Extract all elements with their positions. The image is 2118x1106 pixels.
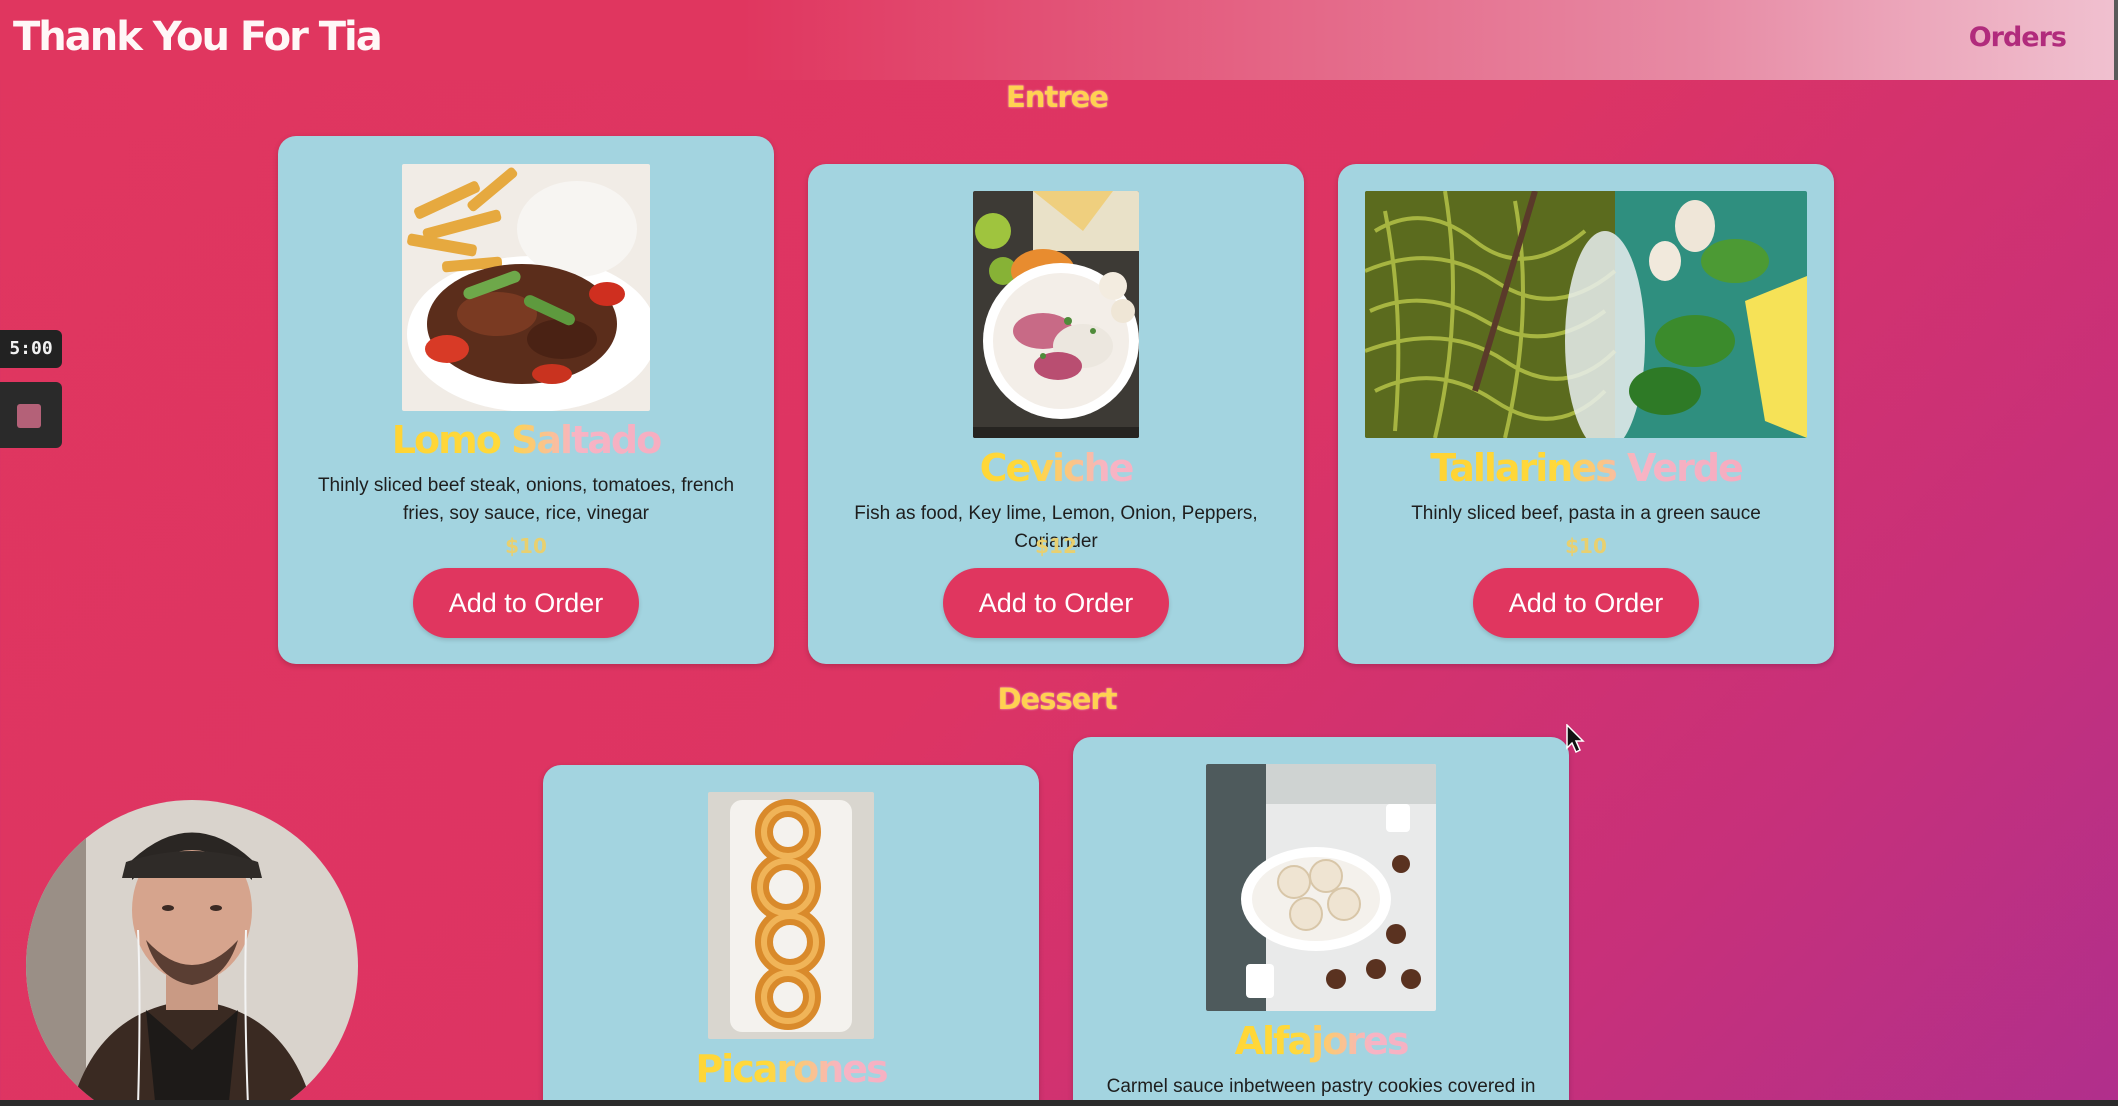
dish-description: Thinly sliced beef, pasta in a green sau… <box>1411 503 1761 524</box>
dish-image-tallarines-verde <box>1365 191 1807 438</box>
dish-description: Carmel sauce inbetween pastry cookies co… <box>1106 1076 1536 1097</box>
dish-image-lomo-saltado <box>402 164 650 411</box>
menu-card-picarones: Picarones <box>543 765 1039 1106</box>
dish-price: $10 <box>1565 534 1607 558</box>
recording-timer: 5:00 <box>0 330 62 368</box>
webcam-overlay <box>26 800 358 1106</box>
dish-price: $12 <box>1035 534 1077 558</box>
dish-name: Ceviche <box>808 446 1304 490</box>
dish-image-alfajores <box>1206 764 1436 1011</box>
add-to-order-button[interactable]: Add to Order <box>943 568 1169 638</box>
orders-link[interactable]: Orders <box>1969 22 2067 53</box>
dish-image-ceviche <box>973 191 1139 438</box>
dish-name: Tallarines Verde <box>1338 446 1834 490</box>
section-title-entree: Entree <box>1006 80 1109 114</box>
top-nav: Thank You For Tia Orders <box>0 0 2118 80</box>
dish-name: Lomo Saltado <box>278 418 774 462</box>
mouse-cursor-icon <box>1566 723 1586 758</box>
brand-logo-text[interactable]: Thank You For Tia <box>13 14 383 60</box>
scrollbar-edge <box>2114 0 2118 80</box>
stop-recording-button[interactable] <box>0 382 62 448</box>
menu-card-ceviche: Ceviche Fish as food, Key lime, Lemon, O… <box>808 164 1304 664</box>
menu-card-tallarines-verde: Tallarines Verde Thinly sliced beef, pas… <box>1338 164 1834 664</box>
dish-image-picarones <box>708 792 874 1039</box>
add-to-order-button[interactable]: Add to Order <box>1473 568 1699 638</box>
dish-price: $10 <box>505 534 547 558</box>
bottom-bar <box>0 1100 2118 1106</box>
stop-icon <box>17 404 41 428</box>
add-to-order-button[interactable]: Add to Order <box>413 568 639 638</box>
dish-name: Alfajores <box>1073 1019 1569 1063</box>
dish-description: Thinly sliced beef steak, onions, tomato… <box>317 475 735 524</box>
menu-card-alfajores: Alfajores Carmel sauce inbetween pastry … <box>1073 737 1569 1106</box>
section-title-dessert: Dessert <box>997 682 1117 716</box>
menu-card-lomo-saltado: Lomo Saltado Thinly sliced beef steak, o… <box>278 136 774 664</box>
dish-name: Picarones <box>543 1047 1039 1091</box>
